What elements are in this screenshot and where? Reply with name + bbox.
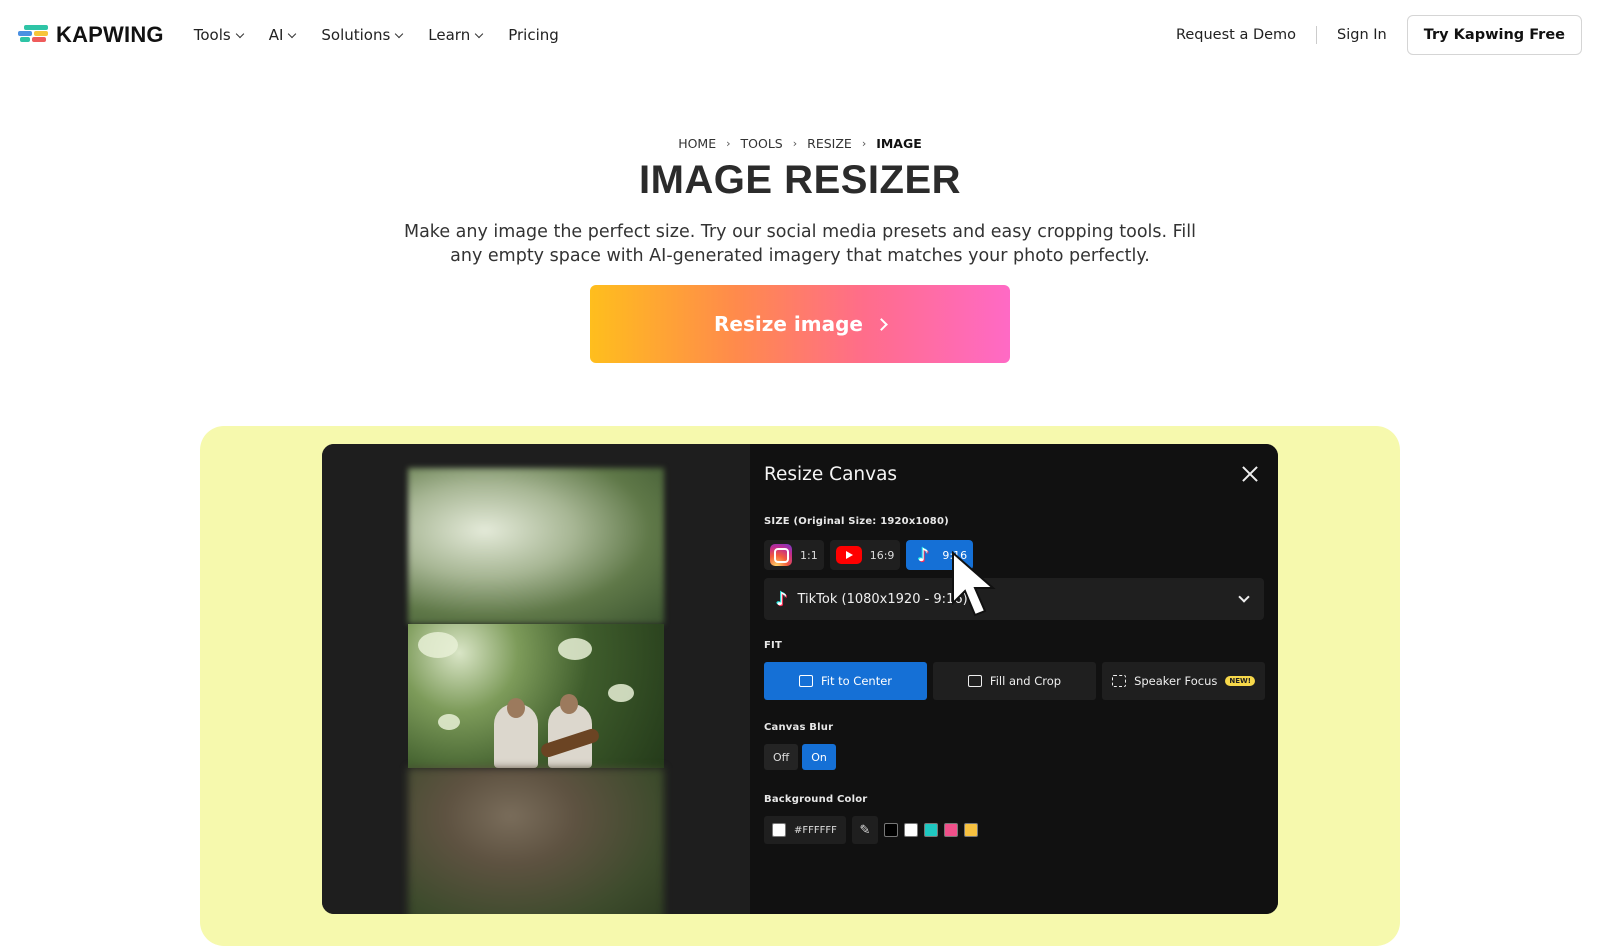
chevron-right-icon: › [861, 137, 867, 150]
breadcrumb-image: IMAGE [876, 136, 922, 151]
instagram-icon [770, 544, 792, 566]
nav-pricing[interactable]: Pricing [508, 26, 559, 44]
blur-on-button[interactable]: On [802, 744, 836, 770]
nav-learn[interactable]: Learn [428, 26, 484, 44]
swatch-yellow[interactable] [964, 823, 978, 837]
canvas-preview [322, 444, 750, 914]
sign-in-link[interactable]: Sign In [1337, 27, 1387, 43]
nav-learn-label: Learn [428, 26, 471, 44]
breadcrumb: HOME › TOOLS › RESIZE › IMAGE [0, 136, 1600, 151]
background-color-label: Background Color [764, 794, 868, 805]
blur-off-button[interactable]: Off [764, 744, 799, 770]
chevron-down-icon [474, 29, 484, 38]
blurred-photo-bottom [408, 768, 664, 914]
nav-ai-label: AI [268, 26, 284, 44]
breadcrumb-home[interactable]: HOME [678, 136, 716, 151]
speaker-focus-button[interactable]: Speaker Focus NEW! [1102, 662, 1265, 700]
nav-tools[interactable]: Tools [193, 26, 244, 44]
brand-name: KAPWING [56, 22, 164, 47]
nav-ai[interactable]: AI [268, 26, 297, 44]
kapwing-logo[interactable]: KAPWING [18, 22, 164, 48]
fit-to-center-button[interactable]: Fit to Center [764, 662, 927, 700]
swatch-white[interactable] [904, 823, 918, 837]
preset-instagram-label: 1:1 [800, 548, 818, 562]
size-label: SIZE (Original Size: 1920x1080) [764, 516, 949, 527]
breadcrumb-tools[interactable]: TOOLS [741, 136, 783, 151]
chevron-down-icon [235, 29, 244, 38]
nav-solutions-label: Solutions [321, 26, 391, 44]
photo-preview [408, 624, 664, 768]
preset-youtube-label: 16:9 [869, 548, 895, 562]
fit-center-icon [798, 675, 813, 687]
background-color-controls: #FFFFFF ✎ [764, 816, 978, 844]
breadcrumb-resize[interactable]: RESIZE [807, 136, 852, 151]
demo-editor-window: Resize Canvas SIZE (Original Size: 1920x… [322, 444, 1278, 914]
chevron-down-icon [1238, 591, 1250, 603]
resize-canvas-panel: Resize Canvas SIZE (Original Size: 1920x… [750, 444, 1278, 914]
page-title: IMAGE RESIZER [638, 158, 962, 202]
tiktok-icon: ♪ [917, 544, 930, 566]
fill-and-crop-button[interactable]: Fill and Crop [933, 662, 1096, 700]
hex-color-value: #FFFFFF [794, 824, 837, 836]
fit-label: FIT [764, 640, 782, 651]
site-header: KAPWING Tools AI Solutions Learn Pricing… [0, 0, 1600, 70]
nav-pricing-label: Pricing [508, 26, 559, 44]
blurred-photo-top [408, 468, 664, 624]
request-demo-link[interactable]: Request a Demo [1176, 27, 1296, 43]
header-actions: Request a Demo Sign In Try Kapwing Free [1176, 15, 1582, 55]
eyedropper-icon[interactable]: ✎ [852, 816, 878, 844]
tiktok-icon: ♪ [776, 588, 788, 610]
speaker-focus-label: Speaker Focus [1134, 674, 1218, 688]
youtube-icon [835, 546, 862, 564]
swatch-pink[interactable] [944, 823, 958, 837]
resize-image-button[interactable]: Resize image [590, 285, 1010, 363]
current-color-swatch [772, 823, 786, 837]
chevron-down-icon [288, 29, 297, 38]
speaker-focus-icon [1112, 675, 1127, 687]
fill-crop-icon [967, 675, 982, 687]
fill-and-crop-label: Fill and Crop [989, 674, 1062, 688]
main-nav: Tools AI Solutions Learn Pricing [194, 26, 559, 44]
nav-tools-label: Tools [193, 26, 231, 44]
size-presets: 1:1 16:9 ♪ 9:16 [764, 540, 974, 570]
preset-dropdown[interactable]: ♪ TikTok (1080x1920 - 9:16) [764, 578, 1264, 620]
new-badge: NEW! [1225, 676, 1255, 686]
header-divider [1316, 26, 1318, 44]
nav-solutions[interactable]: Solutions [321, 26, 404, 44]
preset-instagram[interactable]: 1:1 [764, 540, 824, 570]
resize-image-label: Resize image [714, 312, 863, 336]
hex-color-input[interactable]: #FFFFFF [764, 816, 846, 844]
canvas-blur-toggle: Off On [764, 744, 836, 770]
close-icon[interactable] [1240, 464, 1260, 484]
chevron-down-icon [395, 29, 404, 38]
chevron-right-icon: › [726, 137, 731, 150]
canvas-blur-label: Canvas Blur [764, 722, 834, 733]
swatch-black[interactable] [884, 823, 898, 837]
fit-options: Fit to Center Fill and Crop Speaker Focu… [764, 662, 1265, 700]
fit-to-center-label: Fit to Center [820, 674, 893, 688]
page-subtitle: Make any image the perfect size. Try our… [403, 222, 1197, 266]
panel-title: Resize Canvas [764, 464, 898, 485]
try-free-button[interactable]: Try Kapwing Free [1406, 15, 1582, 55]
chevron-right-icon: › [792, 137, 798, 150]
chevron-right-icon [875, 317, 888, 331]
kapwing-logo-icon [18, 24, 48, 46]
preset-youtube[interactable]: 16:9 [829, 540, 901, 570]
mouse-cursor-icon [952, 551, 996, 617]
swatch-teal[interactable] [924, 823, 938, 837]
preset-dropdown-value: TikTok (1080x1920 - 9:16) [797, 591, 968, 607]
